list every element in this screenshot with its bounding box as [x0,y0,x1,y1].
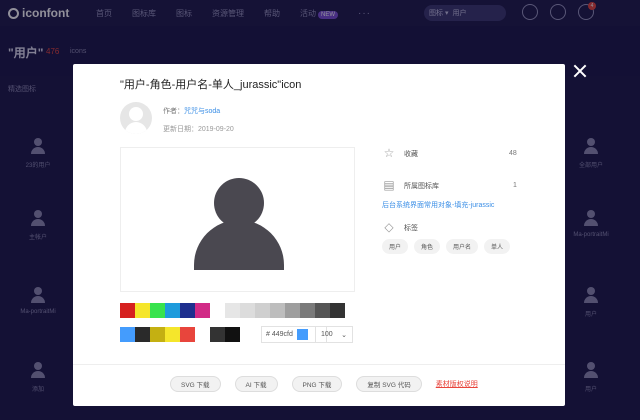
color-swatch[interactable] [120,327,135,342]
update-date: 更新日期：2019-09-20 [163,126,234,133]
tag-chip[interactable]: 用户名 [446,239,479,254]
icon-detail-modal: "用户-角色-用户名-单人_jurassic"icon 作者：咒咒与soda 更… [73,64,565,406]
color-swatch[interactable] [315,303,330,318]
tag-list: 用户 角色 用户名 单人 [382,239,532,254]
download-actions: SVG 下载 AI 下载 PNG 下载 复制 SVG 代码 素材版权说明 [170,376,478,392]
ai-download-button[interactable]: AI 下载 [234,376,278,392]
copy-svg-button[interactable]: 复制 SVG 代码 [356,376,422,392]
favorite-row[interactable]: ☆ 收藏 [382,147,418,160]
license-link[interactable]: 素材版权说明 [436,379,478,389]
color-swatch[interactable] [135,303,150,318]
author-line: 作者：咒咒与soda [163,108,221,115]
color-swatch[interactable] [255,303,270,318]
chevron-down-icon: ⌄ [341,331,347,339]
author-avatar[interactable] [120,102,152,134]
color-swatch[interactable] [225,303,240,318]
color-swatch[interactable] [165,327,180,342]
folder-icon: ▤ [383,178,395,192]
color-swatch[interactable] [330,303,345,318]
color-swatch[interactable] [225,327,240,342]
favorites-count: 48 [509,150,517,157]
library-link[interactable]: 后台系统界面常用对象-填充-jurassic [382,200,494,210]
color-swatch[interactable] [270,303,285,318]
color-swatch[interactable] [240,303,255,318]
png-download-button[interactable]: PNG 下载 [291,376,343,392]
tag-icon: ◇ [384,220,394,234]
footer-divider [73,364,565,365]
svg-download-button[interactable]: SVG 下载 [170,376,221,392]
color-swatch[interactable] [210,303,225,318]
size-select[interactable]: 100 ⌄ [315,326,353,343]
color-swatch[interactable] [285,303,300,318]
color-swatch[interactable] [180,303,195,318]
color-swatch[interactable] [165,303,180,318]
icon-preview [120,147,355,292]
star-icon: ☆ [383,146,395,160]
close-icon[interactable] [573,64,587,78]
tags-row: ◇ 标签 [382,221,418,234]
color-swatch[interactable] [150,303,165,318]
color-swatch[interactable] [135,327,150,342]
color-swatch[interactable] [300,303,315,318]
author-link[interactable]: 咒咒与soda [184,108,220,115]
color-swatch[interactable] [195,303,210,318]
color-swatch[interactable] [150,327,165,342]
tag-chip[interactable]: 用户 [382,239,409,254]
icon-title: "用户-角色-用户名-单人_jurassic"icon [120,79,302,91]
current-color-chip [297,329,308,340]
library-count: 1 [513,182,517,189]
color-history [120,327,240,342]
color-swatch[interactable] [120,303,135,318]
tag-chip[interactable]: 单人 [484,239,511,254]
color-swatch[interactable] [180,327,195,342]
color-swatch[interactable] [210,327,225,342]
tag-chip[interactable]: 角色 [414,239,441,254]
library-row: ▤ 所属图标库 [383,178,439,192]
color-palette [120,303,345,318]
